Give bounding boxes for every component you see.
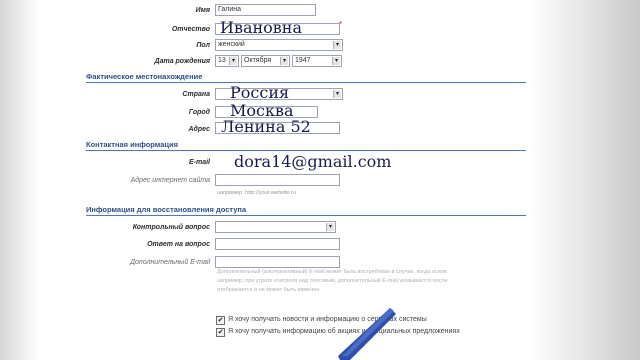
recovery-section-title: Информация для восстановления доступа: [86, 205, 247, 214]
birth-day-value: 13: [218, 57, 226, 64]
news-checkbox-label: Я хочу получать новости и информацию о с…: [228, 316, 427, 323]
note-line: отображается и не может быть изменен.: [217, 287, 321, 293]
section-divider: [86, 150, 526, 151]
address-handwritten: Ленина 52: [221, 117, 311, 136]
gender-label: Пол: [196, 42, 210, 49]
left-shadow: [0, 0, 40, 360]
registration-form: Имя Галина Отчество Ивановна * Пол женск…: [40, 0, 528, 360]
patronymic-label: Отчество: [171, 26, 210, 33]
check-icon: ✔: [217, 329, 224, 336]
country-handwritten: Россия: [230, 83, 290, 102]
chevron-down-icon[interactable]: ▾: [332, 57, 340, 65]
section-divider: [86, 215, 526, 216]
extra-email-input[interactable]: [215, 256, 340, 268]
chevron-down-icon[interactable]: ▾: [229, 57, 237, 65]
gender-select[interactable]: женский ▾: [215, 39, 343, 51]
first-name-input[interactable]: Галина: [215, 4, 316, 16]
right-shadow: [528, 0, 640, 360]
email-label: E-mail: [188, 159, 210, 166]
check-icon: ✔: [217, 317, 224, 324]
required-mark: *: [339, 20, 343, 29]
note-line: Дополнительный (альтернативный) E-mail м…: [217, 269, 447, 275]
pen-icon: [338, 308, 396, 360]
address-label: Адрес: [188, 126, 210, 133]
patronymic-handwritten: Ивановна: [220, 18, 303, 37]
birth-month-value: Октября: [244, 57, 272, 64]
birth-year-select[interactable]: 1947 ▾: [292, 55, 342, 67]
contacts-section-title: Контактная информация: [86, 140, 179, 149]
question-select[interactable]: ▾: [215, 221, 336, 233]
extra-email-note: Дополнительный (альтернативный) E-mail м…: [217, 268, 547, 295]
answer-label: Ответ на вопрос: [147, 241, 210, 248]
birth-month-select[interactable]: Октября ▾: [241, 55, 290, 67]
first-name-label: Имя: [195, 7, 210, 14]
birth-day-select[interactable]: 13 ▾: [215, 55, 239, 67]
country-label: Страна: [182, 91, 210, 98]
question-label: Контрольный вопрос: [132, 224, 210, 231]
chevron-down-icon[interactable]: ▾: [333, 90, 341, 98]
email-handwritten: dora14@gmail.com: [234, 152, 392, 171]
website-hint: например: http://your.website.ru: [217, 190, 296, 196]
birth-year-value: 1947: [295, 57, 311, 64]
gender-value: женский: [218, 41, 245, 48]
birth-date-label: Дата рождения: [154, 58, 210, 65]
extra-email-label: Дополнительный E-mail: [130, 259, 210, 266]
residence-section-title: Фактическое местонахождение: [86, 72, 203, 81]
answer-input[interactable]: [215, 238, 340, 250]
news-checkbox[interactable]: ✔: [216, 316, 225, 325]
website-input[interactable]: [215, 174, 340, 186]
chevron-down-icon[interactable]: ▾: [333, 41, 341, 49]
offers-checkbox[interactable]: ✔: [216, 328, 225, 337]
chevron-down-icon[interactable]: ▾: [326, 223, 334, 231]
city-label: Город: [188, 109, 210, 116]
website-label: Адрес интернет сайта: [130, 177, 210, 184]
note-line: например, при утрате контроля над почтов…: [217, 278, 448, 284]
section-divider: [86, 82, 526, 83]
chevron-down-icon[interactable]: ▾: [280, 57, 288, 65]
